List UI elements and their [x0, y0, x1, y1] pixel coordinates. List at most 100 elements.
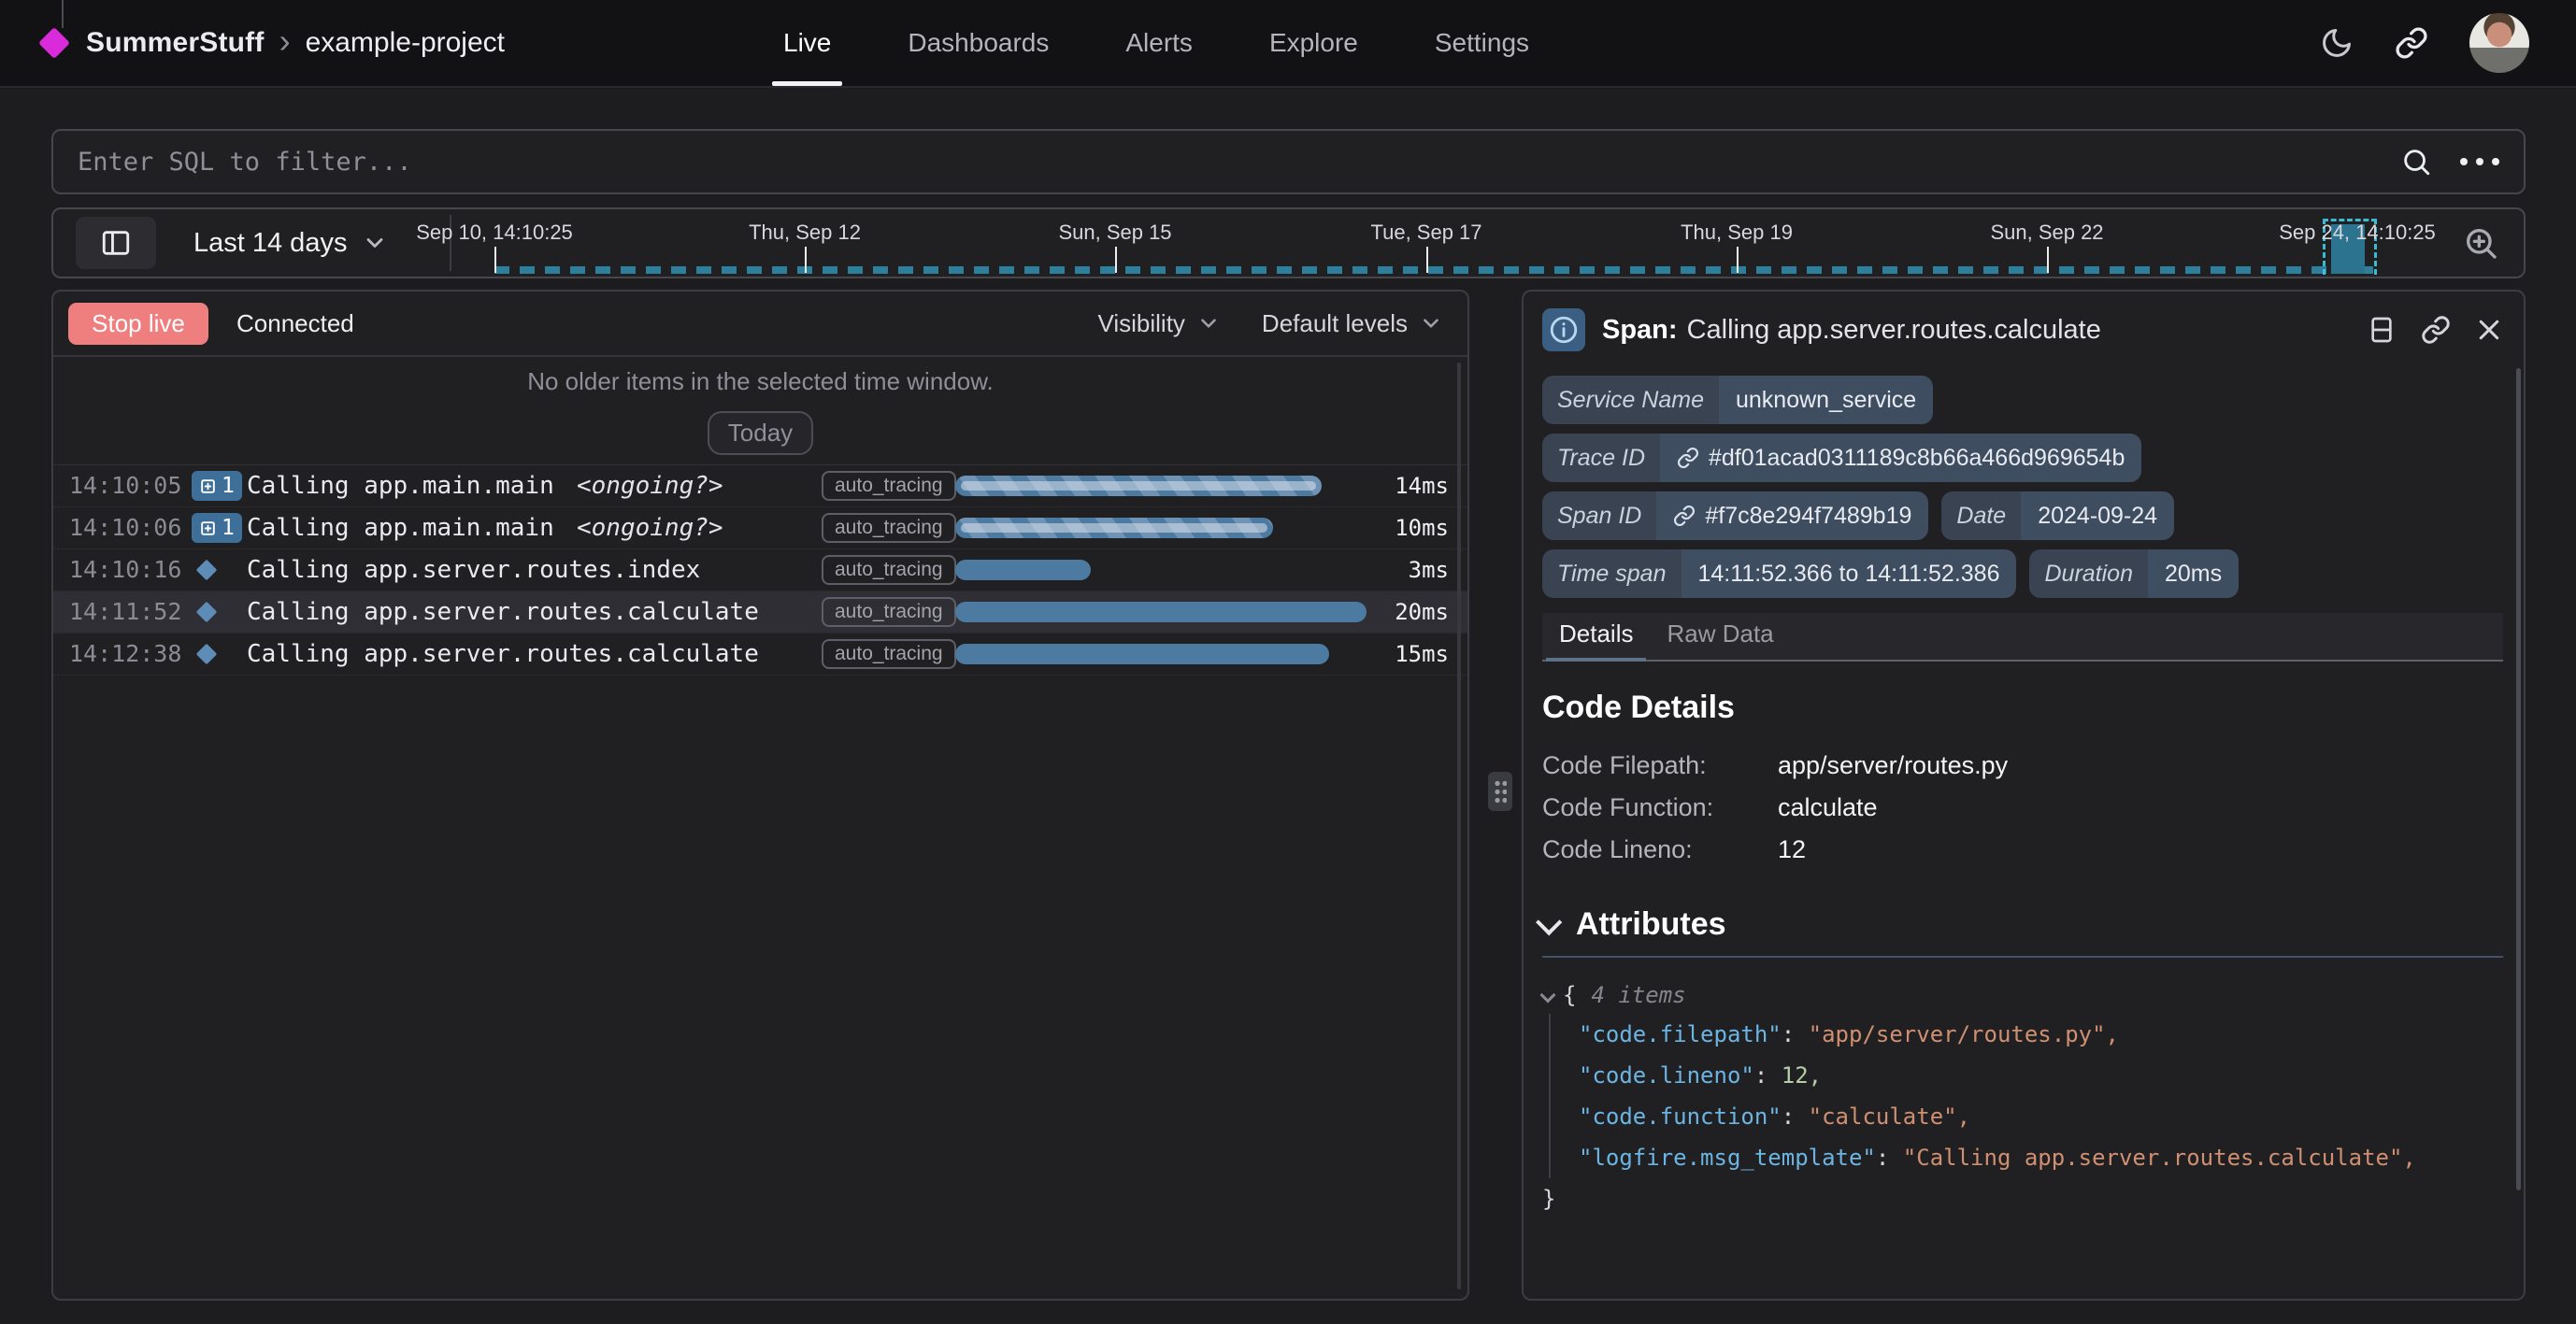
json-collapse-icon[interactable] — [1540, 988, 1556, 1004]
trace-row-selected[interactable]: 14:11:52 Calling app.server.routes.calcu… — [53, 591, 1467, 634]
row-ongoing-suffix: <ongoing?> — [577, 465, 723, 506]
json-close-brace: } — [1542, 1178, 2503, 1219]
timeline-tick-label: Sun, Sep 22 — [1990, 221, 2103, 245]
org-logo-icon[interactable] — [38, 27, 70, 59]
user-avatar[interactable] — [2469, 13, 2529, 73]
close-icon[interactable] — [2475, 316, 2503, 344]
org-name[interactable]: SummerStuff — [86, 27, 265, 59]
panel-resize-handle[interactable] — [1488, 772, 1512, 811]
tab-settings[interactable]: Settings — [1435, 0, 1529, 86]
connection-status: Connected — [236, 309, 354, 338]
scrollbar[interactable] — [2516, 368, 2521, 1190]
children-count-badge-icon: 1 — [192, 513, 242, 543]
tab-dashboards[interactable]: Dashboards — [908, 0, 1049, 86]
sidebar-toggle-icon[interactable] — [76, 217, 156, 269]
scrollbar[interactable] — [1457, 363, 1461, 1289]
timeline-tick — [2047, 247, 2049, 273]
code-function-row: Code Function: calculate — [1542, 787, 2503, 829]
grip-dots-icon — [1494, 779, 1507, 804]
timeline-tick — [494, 247, 496, 273]
attributes-section-toggle[interactable]: Attributes — [1542, 906, 2503, 943]
more-options-icon[interactable] — [2460, 158, 2499, 165]
row-message: Calling app.server.routes.calculate — [247, 591, 759, 633]
span-diamond-icon — [196, 560, 218, 581]
chevron-down-icon — [1196, 311, 1221, 335]
chevron-down-icon — [1419, 311, 1443, 335]
timeline-activity-dashes — [494, 266, 2373, 274]
row-timestamp: 14:11:52 — [69, 591, 181, 633]
project-name[interactable]: example-project — [306, 27, 505, 59]
visibility-dropdown[interactable]: Visibility — [1097, 309, 1220, 338]
row-timestamp: 14:10:06 — [69, 507, 181, 548]
nav-tabs: Live Dashboards Alerts Explore Settings — [783, 0, 1529, 86]
chevron-down-icon — [1536, 909, 1562, 935]
row-tag: auto_tracing — [822, 471, 956, 501]
top-nav: SummerStuff › example-project Live Dashb… — [0, 0, 2576, 88]
row-tag: auto_tracing — [822, 597, 956, 627]
nav-actions — [2320, 0, 2529, 86]
span-id-pill: Span ID #f7c8e294f7489b19 — [1542, 491, 1928, 540]
row-message: Calling app.main.main — [247, 465, 554, 506]
span-link-icon[interactable] — [1673, 505, 1696, 527]
trace-list: 14:10:05 1 Calling app.main.main <ongoin… — [53, 464, 1467, 676]
logfire-app: SummerStuff › example-project Live Dashb… — [0, 0, 2576, 1324]
timeline-tick — [805, 247, 807, 273]
row-timestamp: 14:10:16 — [69, 549, 181, 591]
service-name-pill: Service Name unknown_service — [1542, 376, 1933, 424]
timeline-tick-label: Tue, Sep 17 — [1370, 221, 1481, 245]
time-range-dropdown[interactable]: Last 14 days — [193, 209, 388, 277]
span-metadata-pills: Service Name unknown_service Trace ID #d… — [1542, 376, 2503, 598]
row-message: Calling app.main.main — [247, 507, 554, 548]
json-entry: "logfire.msg_template": "Calling app.ser… — [1579, 1137, 2503, 1178]
timeline-tick — [1426, 247, 1428, 273]
json-items-count: 4 items — [1591, 976, 1685, 1014]
share-link-icon[interactable] — [2395, 26, 2428, 60]
trace-row[interactable]: 14:10:06 1 Calling app.main.main <ongoin… — [53, 507, 1467, 549]
divider — [1542, 956, 2503, 958]
trace-row[interactable]: 14:10:16 Calling app.server.routes.index… — [53, 549, 1467, 591]
empty-window-message: No older items in the selected time wind… — [527, 367, 994, 396]
span-title: Span:Calling app.server.routes.calculate — [1602, 315, 2101, 346]
trace-id-pill: Trace ID #df01acad0311189c8b66a466d96965… — [1542, 434, 2141, 482]
sql-filter-input[interactable] — [53, 131, 2400, 192]
tab-live[interactable]: Live — [783, 0, 831, 86]
row-timestamp: 14:10:05 — [69, 465, 181, 506]
code-details-heading: Code Details — [1542, 690, 2503, 726]
stop-live-button[interactable]: Stop live — [68, 303, 208, 345]
today-button[interactable]: Today — [708, 411, 813, 455]
row-duration: 15ms — [1395, 634, 1449, 675]
timeline-tick-label: Thu, Sep 12 — [749, 221, 861, 245]
code-details-list: Code Filepath: app/server/routes.py Code… — [1542, 745, 2503, 871]
time-range-bar: Last 14 days Sep 10, 14:10:25 Thu, Sep 1… — [51, 207, 2526, 278]
json-entry: "code.filepath": "app/server/routes.py", — [1579, 1014, 2503, 1055]
default-levels-dropdown[interactable]: Default levels — [1262, 309, 1443, 338]
trace-row[interactable]: 14:12:38 Calling app.server.routes.calcu… — [53, 634, 1467, 676]
trace-row[interactable]: 14:10:05 1 Calling app.main.main <ongoin… — [53, 465, 1467, 507]
code-filepath-row: Code Filepath: app/server/routes.py — [1542, 745, 2503, 787]
sql-filter-bar — [51, 129, 2526, 194]
zoom-in-icon[interactable] — [2462, 224, 2499, 262]
row-tag: auto_tracing — [822, 639, 956, 669]
span-diamond-icon — [196, 644, 218, 665]
tab-raw-data[interactable]: Raw Data — [1653, 619, 1786, 660]
tab-explore[interactable]: Explore — [1269, 0, 1358, 86]
span-duration-bar — [955, 602, 1367, 622]
timeline-tick — [1115, 247, 1117, 273]
timeline-tick — [1737, 247, 1739, 273]
row-duration: 10ms — [1395, 507, 1449, 548]
json-entry: "code.function": "calculate", — [1579, 1096, 2503, 1137]
split-view-icon[interactable] — [2367, 315, 2397, 345]
span-detail-panel: Span:Calling app.server.routes.calculate — [1522, 290, 2526, 1301]
info-icon — [1542, 308, 1585, 351]
row-message: Calling app.server.routes.index — [247, 549, 700, 591]
tab-details[interactable]: Details — [1546, 619, 1646, 660]
dark-mode-moon-icon[interactable] — [2320, 26, 2354, 60]
search-icon[interactable] — [2400, 146, 2432, 178]
timeline-tick-label: Sep 10, 14:10:25 — [416, 221, 573, 245]
trace-link-icon[interactable] — [1677, 447, 1699, 469]
children-count-badge-icon: 1 — [192, 471, 242, 501]
row-timestamp: 14:12:38 — [69, 634, 181, 675]
copy-link-icon[interactable] — [2421, 315, 2451, 345]
span-duration-bar — [955, 560, 1091, 580]
tab-alerts[interactable]: Alerts — [1125, 0, 1193, 86]
